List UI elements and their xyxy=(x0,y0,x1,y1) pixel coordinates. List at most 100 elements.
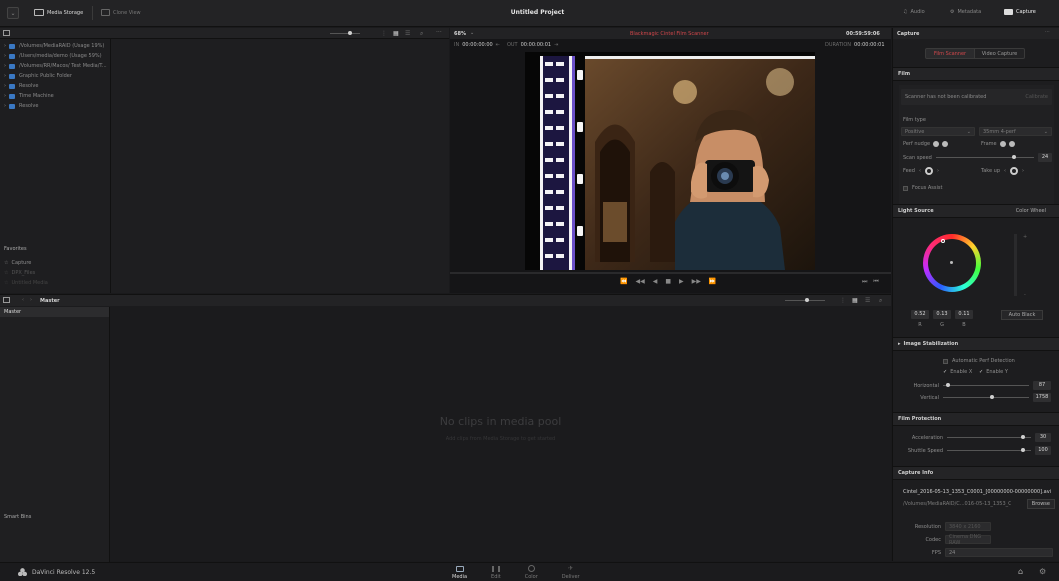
browse-button[interactable]: Browse xyxy=(1026,499,1055,509)
green-value[interactable]: 0.13 xyxy=(933,310,951,319)
location-item[interactable]: › Time Machine xyxy=(0,91,110,101)
play-reverse-icon[interactable]: ◀ xyxy=(653,278,658,285)
grid-view-icon[interactable]: ▦ xyxy=(852,297,858,304)
list-view-icon[interactable]: ⋮ xyxy=(840,297,846,304)
scan-speed-value[interactable]: 24 xyxy=(1038,153,1052,162)
tab-video-capture[interactable]: Video Capture xyxy=(975,48,1025,59)
home-icon[interactable]: ⌂ xyxy=(1018,567,1023,576)
favorite-item[interactable]: ☆ DPX_Files xyxy=(4,268,48,278)
search-icon[interactable]: ⌕ xyxy=(879,297,882,305)
blue-value[interactable]: 0.11 xyxy=(955,310,973,319)
panel-toggle-icon[interactable] xyxy=(3,297,10,303)
scrubber-bar[interactable] xyxy=(450,272,891,274)
page-tab-deliver[interactable]: ✈ Deliver xyxy=(562,565,580,580)
color-wheel-select[interactable]: Color Wheel xyxy=(1016,208,1046,214)
media-storage-label: Media Storage xyxy=(47,9,84,16)
location-item[interactable]: › /Volumes/MediaRAID (Usage 19%) xyxy=(0,41,110,51)
film-gauge-select[interactable]: 35mm 4-perf ⌄ xyxy=(979,127,1052,136)
scan-speed-slider[interactable] xyxy=(935,155,1034,159)
detail-view-icon[interactable]: ☰ xyxy=(865,297,870,304)
enable-y-toggle[interactable]: ✓ Enable Y xyxy=(979,369,1008,375)
image-stab-header[interactable]: ▸ Image Stabilization xyxy=(893,337,1059,351)
auto-perf-toggle[interactable]: Automatic Perf Detection xyxy=(943,358,1015,364)
audio-tab[interactable]: ♫ Audio xyxy=(903,9,925,15)
feed-reverse-icon[interactable]: ‹ xyxy=(919,168,921,174)
film-type-select[interactable]: Positive ⌄ xyxy=(901,127,975,136)
location-label: Resolve xyxy=(19,103,39,109)
perf-nudge-up-button[interactable] xyxy=(933,141,940,147)
enable-x-toggle[interactable]: ✓ Enable X xyxy=(943,369,972,375)
pool-zoom-slider[interactable] xyxy=(785,298,825,302)
location-item[interactable]: › Resolve xyxy=(0,101,110,111)
frame-down-button[interactable] xyxy=(1008,141,1015,147)
frame-up-button[interactable] xyxy=(999,141,1006,147)
vertical-slider[interactable] xyxy=(943,395,1029,399)
thumbnail-zoom-slider[interactable] xyxy=(330,31,360,35)
search-icon[interactable]: ⌕ xyxy=(420,30,423,38)
fast-forward-icon[interactable]: ⏩ xyxy=(709,278,716,285)
calibrate-button[interactable]: Calibrate xyxy=(1025,94,1048,100)
metadata-tab[interactable]: ⚙ Metadata xyxy=(950,9,981,15)
play-icon[interactable]: ▶ xyxy=(679,278,684,285)
horizontal-value[interactable]: 87 xyxy=(1033,381,1051,390)
clone-view-tab[interactable]: Clone View xyxy=(101,9,141,16)
more-options-icon[interactable]: ··· xyxy=(436,29,442,36)
take-up-forward-icon[interactable]: › xyxy=(1022,168,1024,174)
page-tab-edit[interactable]: Edit xyxy=(491,565,501,580)
forward-icon[interactable]: › xyxy=(30,297,32,303)
film-section-header: Film xyxy=(893,67,1059,81)
color-wheel-handle[interactable] xyxy=(941,239,945,243)
bin-item-master[interactable]: Master xyxy=(0,307,109,317)
favorite-item[interactable]: ☆ Capture xyxy=(4,258,48,268)
feed-forward-icon[interactable]: › xyxy=(937,168,939,174)
more-options-icon[interactable]: ··· xyxy=(1045,29,1050,35)
out-timecode[interactable]: 00:00:00:01 xyxy=(521,42,552,48)
shuttle-speed-slider[interactable] xyxy=(947,448,1031,452)
back-icon[interactable]: ‹ xyxy=(22,297,24,303)
shuttle-speed-value[interactable]: 100 xyxy=(1035,446,1051,455)
capture-tab[interactable]: Capture xyxy=(1004,9,1036,15)
list-view-icon[interactable]: ⋮ xyxy=(381,30,387,37)
next-frame-icon[interactable]: ⏭ xyxy=(862,278,867,286)
in-timecode[interactable]: 00:00:00:00 xyxy=(462,42,493,48)
rewind-fast-icon[interactable]: ⏪ xyxy=(620,278,627,285)
workspace-toggle-button[interactable]: ⌄ xyxy=(7,7,19,19)
master-level-slider[interactable] xyxy=(1014,234,1017,296)
zoom-level[interactable]: 68% xyxy=(454,31,466,37)
red-value[interactable]: 0.52 xyxy=(911,310,929,319)
grid-view-icon[interactable]: ▦ xyxy=(393,30,399,37)
color-wheel[interactable] xyxy=(923,234,981,292)
favorite-item[interactable]: ☆ Untitled Media xyxy=(4,278,48,288)
horizontal-control: Horizontal 87 xyxy=(913,381,1051,390)
media-storage-tab[interactable]: Media Storage xyxy=(34,9,83,16)
location-item[interactable]: › Graphic Public Folder xyxy=(0,71,110,81)
prev-frame-icon[interactable]: ⏮ xyxy=(873,278,878,286)
vertical-value[interactable]: 1758 xyxy=(1033,393,1051,402)
frame-label: Frame xyxy=(981,141,997,147)
panel-toggle-icon[interactable] xyxy=(3,30,10,36)
acceleration-value[interactable]: 30 xyxy=(1035,433,1051,442)
auto-black-button[interactable]: Auto Black xyxy=(1001,310,1043,320)
in-bracket-icon[interactable]: ⇤ xyxy=(496,42,500,48)
acceleration-slider[interactable] xyxy=(947,435,1031,439)
film-frame-image xyxy=(525,52,815,270)
location-item[interactable]: › /Users/media/demo (Usage 59%) xyxy=(0,51,110,61)
horizontal-slider[interactable] xyxy=(943,383,1029,387)
focus-assist-toggle[interactable]: Focus Assist xyxy=(903,185,942,191)
detail-view-icon[interactable]: ☰ xyxy=(405,30,410,37)
take-up-reel-icon[interactable] xyxy=(1010,167,1019,175)
step-forward-icon[interactable]: ▶▶ xyxy=(692,278,701,285)
take-up-reverse-icon[interactable]: ‹ xyxy=(1004,168,1006,174)
step-back-icon[interactable]: ◀◀ xyxy=(635,278,644,285)
location-item[interactable]: › Resolve xyxy=(0,81,110,91)
page-tab-media[interactable]: Media xyxy=(452,565,467,580)
tab-film-scanner[interactable]: Film Scanner xyxy=(925,48,975,59)
stop-icon[interactable]: ■ xyxy=(665,278,671,285)
out-bracket-icon[interactable]: ⇥ xyxy=(554,42,558,48)
location-item[interactable]: › /Volumes/RR/Macos/ Test Media/T... xyxy=(0,61,110,71)
feed-reel-icon[interactable] xyxy=(924,167,933,175)
zoom-chevron-icon[interactable]: ⌄ xyxy=(470,30,474,36)
page-tab-color[interactable]: Color xyxy=(525,565,538,580)
perf-nudge-down-button[interactable] xyxy=(942,141,949,147)
settings-gear-icon[interactable]: ⚙ xyxy=(1039,567,1046,576)
